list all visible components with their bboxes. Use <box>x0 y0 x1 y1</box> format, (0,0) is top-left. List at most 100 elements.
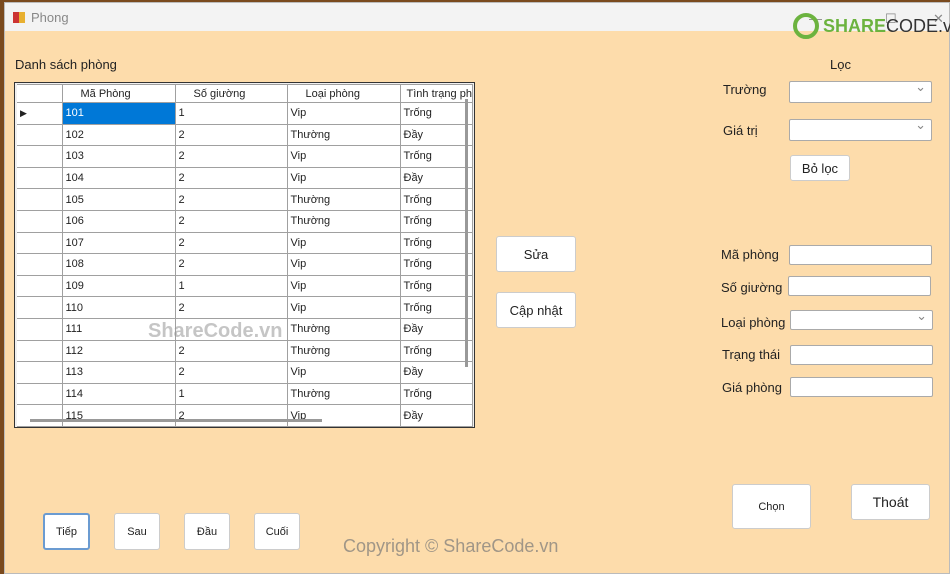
beds-input[interactable] <box>788 276 931 296</box>
table-cell[interactable]: 2 <box>174 188 288 211</box>
table-cell[interactable]: 2 <box>174 123 288 147</box>
table-cell[interactable]: Đầy <box>399 317 473 341</box>
table-cell[interactable]: 2 <box>174 361 288 384</box>
table-cell[interactable]: Vip <box>286 361 401 384</box>
table-cell[interactable]: Trống <box>399 274 473 298</box>
table-cell[interactable]: Vip <box>286 102 401 125</box>
table-cell[interactable]: 2 <box>174 339 288 363</box>
row-header[interactable] <box>17 339 63 363</box>
value-combobox[interactable] <box>789 117 932 141</box>
choose-button[interactable]: Chọn <box>732 484 811 529</box>
row-header[interactable]: ▶ <box>17 102 63 125</box>
table-cell[interactable]: 1 <box>174 382 288 406</box>
table-cell[interactable]: 112 <box>61 339 176 363</box>
exit-button[interactable]: Thoát <box>851 484 930 520</box>
table-row[interactable]: 106 2 Thường Trống <box>17 209 473 233</box>
table-cell[interactable]: 109 <box>61 274 176 298</box>
table-cell[interactable]: Đầy <box>399 361 473 384</box>
table-cell[interactable]: Vip <box>286 231 401 255</box>
table-cell[interactable]: Thường <box>286 339 401 363</box>
row-header[interactable] <box>17 274 63 298</box>
row-header[interactable] <box>17 123 63 147</box>
last-button[interactable]: Cuối <box>254 513 300 550</box>
next-button[interactable]: Tiếp <box>43 513 90 550</box>
table-row[interactable]: 107 2 Vip Trống <box>17 231 473 255</box>
table-cell[interactable]: 2 <box>174 253 288 276</box>
table-row[interactable]: 104 2 Vip Đầy <box>17 166 473 190</box>
room-type-combobox[interactable] <box>790 308 933 330</box>
update-button[interactable]: Cập nhật <box>496 292 576 328</box>
table-cell[interactable]: Vip <box>286 166 401 190</box>
table-cell[interactable]: Trống <box>399 296 473 319</box>
table-cell[interactable]: Vip <box>286 404 401 427</box>
table-cell[interactable]: Vip <box>286 274 401 298</box>
table-row[interactable]: 114 1 Thường Trống <box>17 382 473 406</box>
table-cell[interactable]: 104 <box>61 166 176 190</box>
row-header[interactable] <box>17 188 63 211</box>
table-cell[interactable]: 103 <box>61 145 176 168</box>
row-header[interactable] <box>17 145 63 168</box>
table-cell[interactable]: Trống <box>399 145 473 168</box>
row-header[interactable] <box>17 361 63 384</box>
table-cell[interactable]: 106 <box>61 209 176 233</box>
table-cell[interactable]: 2 <box>174 166 288 190</box>
table-cell[interactable]: Trống <box>399 231 473 255</box>
price-input[interactable] <box>790 377 933 397</box>
table-row[interactable]: 108 2 Vip Trống <box>17 253 473 276</box>
table-cell[interactable]: 102 <box>61 123 176 147</box>
field-combobox[interactable] <box>789 79 932 103</box>
table-cell[interactable]: 114 <box>61 382 176 406</box>
table-row[interactable]: ▶ 101 1 Vip Trống <box>17 102 473 125</box>
table-row[interactable]: 103 2 Vip Trống <box>17 145 473 168</box>
table-cell[interactable]: 2 <box>174 209 288 233</box>
table-cell[interactable]: 2 <box>174 145 288 168</box>
table-row[interactable]: 102 2 Thường Đầy <box>17 123 473 147</box>
table-cell[interactable]: 2 <box>174 296 288 319</box>
clear-filter-button[interactable]: Bỏ lọc <box>790 155 850 181</box>
table-cell[interactable]: Vip <box>286 253 401 276</box>
room-id-input[interactable] <box>789 245 932 265</box>
table-cell[interactable]: 2 <box>174 231 288 255</box>
table-cell[interactable]: Vip <box>286 296 401 319</box>
row-header[interactable] <box>17 253 63 276</box>
table-cell[interactable]: Đầy <box>399 404 473 427</box>
column-header[interactable]: Số giường <box>174 84 288 103</box>
table-cell[interactable]: Trống <box>399 188 473 211</box>
column-header[interactable]: Loại phòng <box>286 84 401 103</box>
status-input[interactable] <box>790 345 933 365</box>
table-cell[interactable]: Trống <box>399 382 473 406</box>
table-cell[interactable]: Đầy <box>399 166 473 190</box>
table-cell[interactable]: 108 <box>61 253 176 276</box>
column-header[interactable]: Tình trạng ph <box>399 84 473 103</box>
table-cell[interactable]: 115 <box>61 404 176 427</box>
table-cell[interactable]: Đầy <box>399 123 473 147</box>
table-row[interactable]: 110 2 Vip Trống <box>17 296 473 319</box>
table-cell[interactable]: Thường <box>286 317 401 341</box>
prev-button[interactable]: Sau <box>114 513 160 550</box>
table-row[interactable]: 109 1 Vip Trống <box>17 274 473 298</box>
table-cell[interactable]: Thường <box>286 123 401 147</box>
table-row[interactable]: 113 2 Vip Đầy <box>17 361 473 384</box>
table-cell[interactable]: Trống <box>399 209 473 233</box>
row-header[interactable] <box>17 209 63 233</box>
table-cell[interactable]: 113 <box>61 361 176 384</box>
first-button[interactable]: Đầu <box>184 513 230 550</box>
row-header[interactable] <box>17 296 63 319</box>
table-cell[interactable]: 110 <box>61 296 176 319</box>
edit-button[interactable]: Sửa <box>496 236 576 272</box>
room-grid[interactable]: Mã Phòng Số giường Loại phòng Tình trạng… <box>14 82 475 428</box>
column-header[interactable]: Mã Phòng <box>61 84 176 103</box>
row-header[interactable] <box>17 317 63 341</box>
table-cell[interactable]: Vip <box>286 145 401 168</box>
horizontal-scrollbar[interactable] <box>30 419 322 422</box>
table-cell[interactable]: 1 <box>174 274 288 298</box>
row-header[interactable] <box>17 166 63 190</box>
table-cell[interactable]: Thường <box>286 188 401 211</box>
row-header[interactable] <box>17 382 63 406</box>
table-row[interactable]: 115 2 Vip Đầy <box>17 404 473 427</box>
table-cell[interactable]: Trống <box>399 339 473 363</box>
table-cell[interactable]: 2 <box>174 404 288 427</box>
row-header[interactable] <box>17 231 63 255</box>
table-row[interactable]: 112 2 Thường Trống <box>17 339 473 363</box>
table-cell[interactable]: Trống <box>399 102 473 125</box>
